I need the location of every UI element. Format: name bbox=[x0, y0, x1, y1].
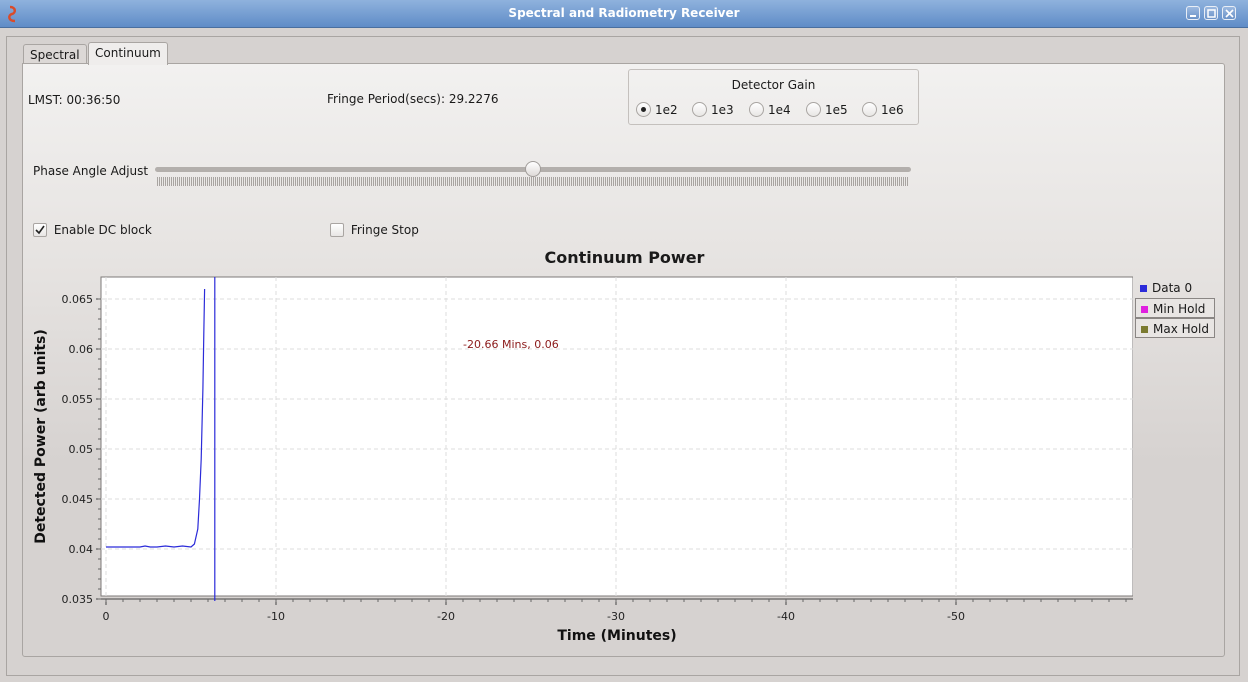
window-body: Spectral Continuum LMST: 00:36:50 Fringe… bbox=[0, 28, 1248, 682]
radio-button[interactable] bbox=[862, 102, 877, 117]
x-tick-label: -40 bbox=[777, 610, 795, 623]
legend-swatch bbox=[1141, 306, 1148, 313]
fringe-stop-option[interactable]: Fringe Stop bbox=[330, 222, 419, 237]
legend-item-min-hold[interactable]: Min Hold bbox=[1135, 298, 1215, 318]
y-tick-label: 0.04 bbox=[69, 543, 94, 556]
legend-label: Max Hold bbox=[1153, 322, 1209, 336]
tab-continuum-label: Continuum bbox=[95, 46, 161, 60]
fringe-stop-checkbox[interactable] bbox=[330, 222, 344, 237]
gain-radio-1e2[interactable]: 1e2 bbox=[636, 102, 678, 117]
maximize-icon[interactable] bbox=[1204, 6, 1218, 20]
legend-label: Data 0 bbox=[1152, 281, 1193, 295]
title-bar[interactable]: Spectral and Radiometry Receiver bbox=[0, 0, 1248, 28]
gain-option-label: 1e2 bbox=[655, 102, 678, 117]
gain-radio-1e4[interactable]: 1e4 bbox=[749, 102, 791, 117]
fringe-period-label: Fringe Period(secs): 29.2276 bbox=[327, 92, 499, 106]
y-tick-label: 0.06 bbox=[69, 343, 94, 356]
y-tick-label: 0.05 bbox=[69, 443, 94, 456]
dc-block-label: Enable DC block bbox=[53, 222, 152, 237]
y-tick-label: 0.035 bbox=[62, 593, 94, 606]
chart-title: Continuum Power bbox=[544, 248, 705, 267]
x-tick-label: -30 bbox=[607, 610, 625, 623]
tab-continuum[interactable]: Continuum bbox=[88, 42, 168, 65]
continuum-power-chart[interactable]: 0.035 0.04 0.045 0.05 0.055 0.06 0.065 0 -10 -20 -… bbox=[23, 269, 1133, 649]
dc-block-option[interactable]: Enable DC block bbox=[33, 222, 152, 237]
slider-ticks bbox=[157, 177, 908, 186]
x-tick-label: -50 bbox=[947, 610, 965, 623]
legend-label: Min Hold bbox=[1153, 302, 1206, 316]
y-axis-label: Detected Power (arb units) bbox=[33, 329, 49, 544]
gain-option-label: 1e3 bbox=[711, 102, 734, 117]
chart-legend: Data 0 Min Hold Max Hold bbox=[1135, 278, 1215, 338]
plot-area[interactable] bbox=[100, 276, 1133, 597]
detector-gain-title: Detector Gain bbox=[731, 78, 816, 92]
fringe-stop-label: Fringe Stop bbox=[350, 222, 419, 237]
gain-option-label: 1e5 bbox=[825, 102, 848, 117]
legend-swatch bbox=[1140, 285, 1147, 292]
x-tick-label: -10 bbox=[267, 610, 285, 623]
legend-item-max-hold[interactable]: Max Hold bbox=[1135, 318, 1215, 338]
cursor-annotation: -20.66 Mins, 0.06 bbox=[463, 338, 559, 351]
x-axis-label: Time (Minutes) bbox=[557, 628, 676, 644]
tab-spectral[interactable]: Spectral bbox=[23, 44, 87, 64]
legend-swatch bbox=[1141, 326, 1148, 333]
gain-option-label: 1e6 bbox=[881, 102, 904, 117]
close-icon[interactable] bbox=[1222, 6, 1236, 20]
gain-radio-1e6[interactable]: 1e6 bbox=[862, 102, 904, 117]
window-title: Spectral and Radiometry Receiver bbox=[508, 6, 740, 20]
gain-radio-1e3[interactable]: 1e3 bbox=[692, 102, 734, 117]
x-tick-label: 0 bbox=[103, 610, 110, 623]
y-tick-label: 0.065 bbox=[62, 293, 94, 306]
minimize-icon[interactable] bbox=[1186, 6, 1200, 20]
radio-button[interactable] bbox=[806, 102, 821, 117]
slider-handle[interactable] bbox=[525, 161, 541, 177]
legend-item-data0[interactable]: Data 0 bbox=[1135, 278, 1215, 298]
dc-block-checkbox[interactable] bbox=[33, 222, 47, 237]
radio-button[interactable] bbox=[636, 102, 651, 117]
y-tick-label: 0.045 bbox=[62, 493, 94, 506]
check-icon bbox=[35, 225, 45, 234]
phase-angle-label: Phase Angle Adjust bbox=[33, 164, 149, 178]
radio-button[interactable] bbox=[692, 102, 707, 117]
continuum-panel: LMST: 00:36:50 Fringe Period(secs): 29.2… bbox=[22, 63, 1225, 657]
y-tick-label: 0.055 bbox=[62, 393, 94, 406]
lmst-label: LMST: 00:36:50 bbox=[28, 93, 121, 107]
x-tick-label: -20 bbox=[437, 610, 455, 623]
radio-button[interactable] bbox=[749, 102, 764, 117]
detector-gain-group: Detector Gain 1e2 1e3 1e4 1e5 1e6 bbox=[628, 69, 919, 125]
gain-option-label: 1e4 bbox=[768, 102, 791, 117]
tab-spectral-label: Spectral bbox=[30, 48, 80, 62]
gain-radio-1e5[interactable]: 1e5 bbox=[806, 102, 848, 117]
